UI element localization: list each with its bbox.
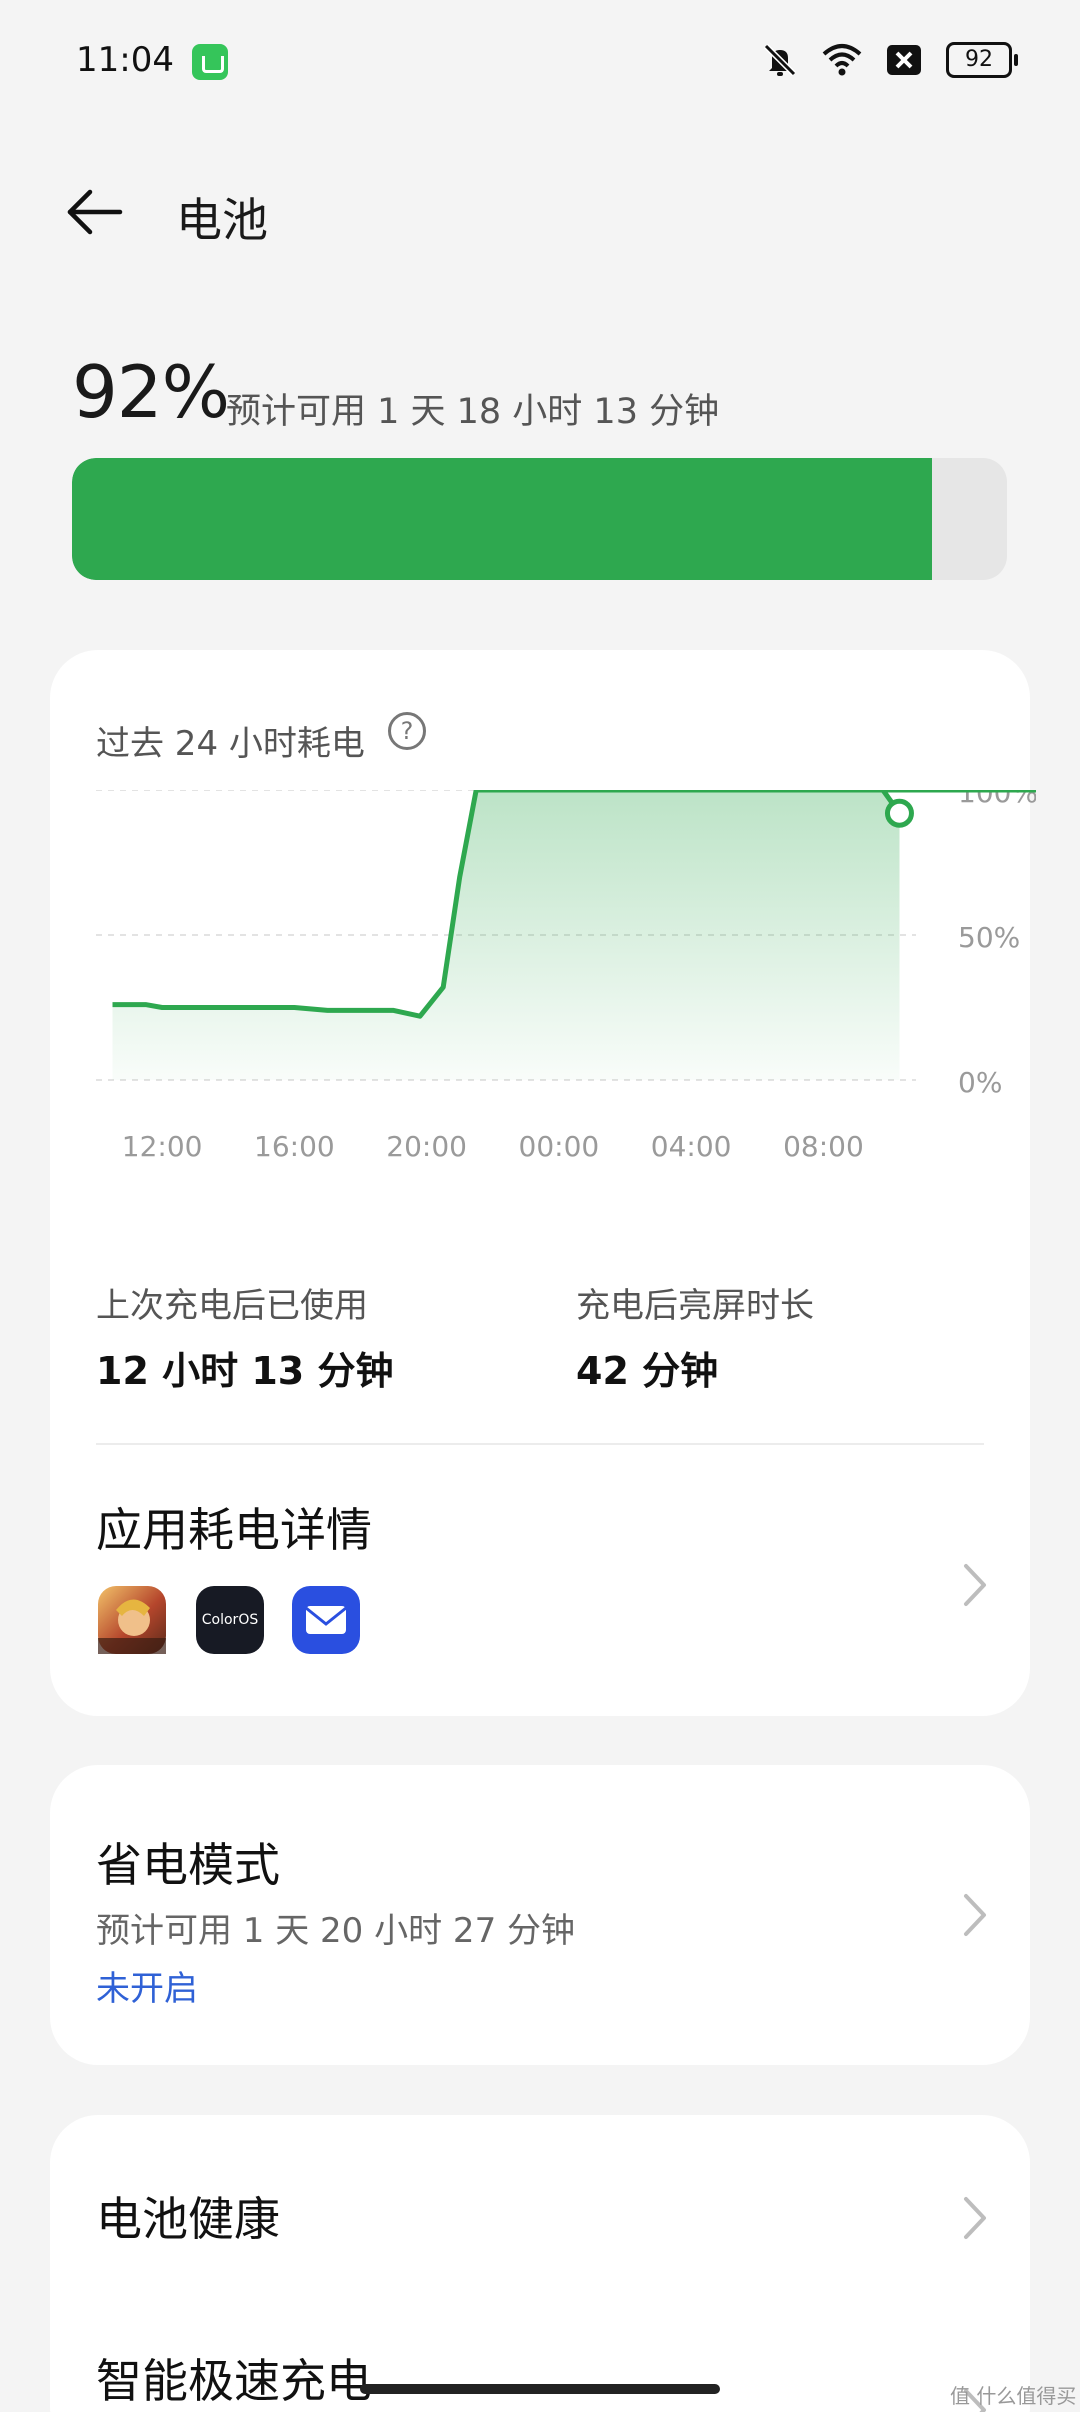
question-circle-icon[interactable]: ?: [388, 712, 426, 750]
fast-charge-title: 智能极速充电: [96, 2354, 372, 2408]
stat-label-since-charge: 上次充电后已使用: [96, 1286, 368, 1326]
power-saving-card[interactable]: 省电模式 预计可用 1 天 20 小时 27 分钟 未开启: [50, 1765, 1030, 2065]
x-tick-label: 16:00: [254, 1130, 335, 1160]
home-indicator[interactable]: [360, 2384, 720, 2394]
arrow-left-icon[interactable]: [64, 182, 124, 242]
x-tick-label: 12:00: [122, 1130, 203, 1160]
stat-label-screen-time: 充电后亮屏时长: [576, 1286, 814, 1326]
battery-percent: 92%: [72, 350, 230, 434]
game-app-icon: [98, 1586, 166, 1654]
status-time: 11:04: [76, 40, 174, 80]
mute-icon: [763, 43, 797, 77]
close-box-icon: [887, 45, 921, 75]
usage-card: 过去 24 小时耗电 ? 100% 50% 0% 12:00 16:00 20:00 00:…: [50, 650, 1036, 1716]
status-icons: 92: [760, 40, 1018, 80]
game-app-art: [98, 1599, 166, 1654]
power-saving-title: 省电模式: [96, 1838, 280, 1892]
series-area: [112, 790, 1036, 1080]
current-point-marker: [884, 798, 914, 828]
stat-value-screen-time: 42 分钟: [576, 1349, 719, 1393]
battery-level-bar: [72, 458, 1007, 580]
power-saving-status: 未开启: [96, 1969, 198, 2009]
x-tick-label: 20:00: [386, 1130, 467, 1160]
battery-estimate: 预计可用 1 天 18 小时 13 分钟: [226, 392, 720, 432]
y-tick-label: 50%: [958, 921, 1020, 954]
app-usage-title: 应用耗电详情: [96, 1503, 372, 1557]
battery-icon: 92: [946, 42, 1018, 78]
y-tick-label: 100%: [958, 790, 1036, 809]
battery-health-row[interactable]: 电池健康: [50, 2115, 1030, 2305]
page-title: 电池: [176, 193, 268, 247]
stat-value-since-charge: 12 小时 13 分钟: [96, 1349, 394, 1393]
battery-level-fill: [72, 458, 933, 580]
fast-charge-row[interactable]: 智能极速充电: [50, 2305, 1030, 2412]
divider: [96, 1443, 984, 1445]
watermark: 值 什么值得买: [950, 2384, 1077, 2408]
notification-app-icon: [192, 44, 228, 80]
power-saving-estimate: 预计可用 1 天 20 小时 27 分钟: [96, 1911, 576, 1951]
envelope-icon: [305, 1606, 347, 1634]
app-usage-row[interactable]: 应用耗电详情 ColorOS: [50, 1450, 1030, 1716]
more-settings-card: 电池健康 智能极速充电: [50, 2115, 1030, 2412]
mail-app-icon: [292, 1586, 360, 1654]
battery-usage-chart: 100% 50% 0% 12:00 16:00 20:00 00:00 04:00 08:00: [96, 790, 1036, 1160]
chevron-right-icon: [964, 1894, 986, 1936]
wifi-icon: [822, 44, 862, 76]
chevron-right-icon: [964, 1564, 986, 1606]
coloros-app-icon: ColorOS: [196, 1586, 264, 1654]
x-tick-label: 00:00: [519, 1130, 600, 1160]
x-tick-label: 04:00: [651, 1130, 732, 1160]
x-tick-label: 08:00: [783, 1130, 864, 1160]
y-tick-label: 0%: [958, 1066, 1002, 1099]
chart-title: 过去 24 小时耗电: [96, 724, 365, 764]
battery-health-title: 电池健康: [96, 2192, 280, 2246]
chevron-right-icon: [964, 2197, 986, 2239]
